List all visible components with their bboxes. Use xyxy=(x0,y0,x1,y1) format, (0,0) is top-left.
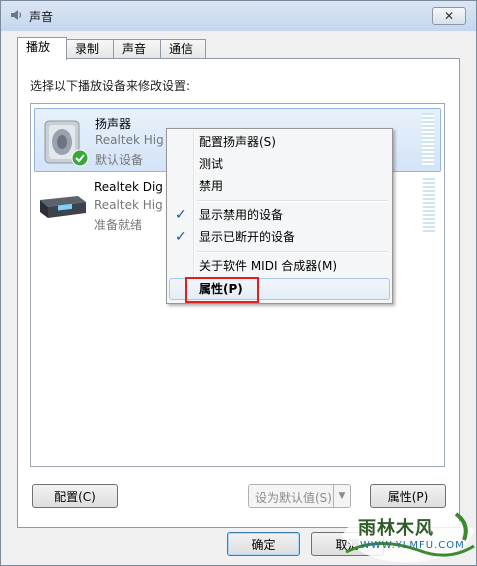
menu-item-label: 禁用 xyxy=(199,179,224,193)
menu-item-label: 测试 xyxy=(199,157,224,171)
configure-button[interactable]: 配置(C) xyxy=(32,484,118,508)
menu-item-label: 配置扬声器(S) xyxy=(199,135,276,149)
device-driver: Realtek Hig xyxy=(95,133,164,147)
watermark: 雨林木风 WWW.YLMFU.COM xyxy=(338,506,477,566)
device-driver: Realtek Hig xyxy=(94,198,163,212)
menu-item-test[interactable]: 测试 xyxy=(169,153,390,175)
chevron-down-icon[interactable]: ▼ xyxy=(333,485,350,507)
watermark-url: WWW.YLMFU.COM xyxy=(360,540,465,551)
menu-item-label: 关于软件 MIDI 合成器(M) xyxy=(199,259,338,273)
device-status: 默认设备 xyxy=(95,153,144,167)
properties-button[interactable]: 属性(P) xyxy=(370,484,446,508)
menu-item-disable[interactable]: 禁用 xyxy=(169,175,390,197)
menu-item-show-disabled[interactable]: ✓ 显示禁用的设备 xyxy=(169,204,390,226)
tab-playback[interactable]: 播放 xyxy=(17,37,67,60)
set-default-label: 设为默认值(S) xyxy=(255,491,332,505)
menu-item-label: 显示禁用的设备 xyxy=(199,208,284,222)
menu-item-show-disconnected[interactable]: ✓ 显示已断开的设备 xyxy=(169,226,390,248)
close-button[interactable]: ✕ xyxy=(432,7,466,25)
instruction-text: 选择以下播放设备来修改设置: xyxy=(30,79,191,93)
window-title: 声音 xyxy=(29,10,54,24)
volume-meter xyxy=(422,113,434,167)
red-highlight-box xyxy=(185,277,259,303)
menu-item-configure-speakers[interactable]: 配置扬声器(S) xyxy=(169,131,390,153)
menu-item-label: 显示已断开的设备 xyxy=(199,230,296,244)
tab-communications[interactable]: 通信 xyxy=(160,39,206,59)
device-name: 扬声器 xyxy=(95,117,132,131)
tab-sounds[interactable]: 声音 xyxy=(113,39,161,59)
default-check-icon xyxy=(71,149,89,167)
watermark-text: 雨林木风 xyxy=(358,518,434,539)
ok-button[interactable]: 确定 xyxy=(227,532,300,556)
speaker-icon xyxy=(11,10,22,20)
menu-item-midi-about[interactable]: 关于软件 MIDI 合成器(M) xyxy=(169,255,390,277)
close-icon: ✕ xyxy=(443,9,455,23)
menu-separator xyxy=(197,200,388,202)
set-default-button[interactable]: 设为默认值(S) ▼ xyxy=(248,484,351,508)
check-icon: ✓ xyxy=(175,207,187,223)
volume-meter xyxy=(423,178,435,232)
title-bar: 声音 ✕ xyxy=(1,1,476,31)
device-name: Realtek Dig xyxy=(94,180,163,194)
menu-separator xyxy=(197,251,388,253)
digital-output-icon xyxy=(40,196,86,218)
context-menu: 配置扬声器(S) 测试 禁用 ✓ 显示禁用的设备 ✓ 显示已断开的设备 关于软件… xyxy=(166,128,393,304)
device-status: 准备就绪 xyxy=(94,218,143,232)
check-icon: ✓ xyxy=(175,229,187,245)
tab-recording[interactable]: 录制 xyxy=(66,39,114,59)
